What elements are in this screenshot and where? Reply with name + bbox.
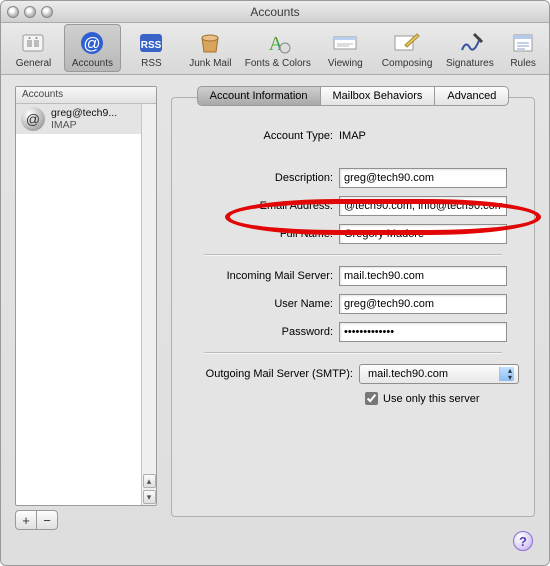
smtp-label: Outgoing Mail Server (SMTP):	[184, 368, 359, 380]
description-label: Description:	[184, 172, 339, 184]
incoming-server-label: Incoming Mail Server:	[184, 270, 339, 282]
signature-icon	[456, 30, 484, 56]
use-only-checkbox[interactable]	[365, 392, 378, 405]
toolbar-label: General	[16, 58, 52, 69]
remove-account-button[interactable]: −	[36, 510, 58, 530]
help-button[interactable]: ?	[513, 531, 533, 551]
toolbar-label: Rules	[510, 58, 536, 69]
separator	[204, 352, 502, 354]
fonts-colors-icon: A	[264, 30, 292, 56]
account-name: greg@tech9...	[51, 107, 117, 119]
preferences-toolbar: General @ Accounts RSS RSS Junk Mail A F…	[1, 23, 549, 75]
smtp-value: mail.tech90.com	[368, 368, 448, 380]
separator	[204, 254, 502, 256]
svg-text:@: @	[84, 34, 101, 53]
rss-icon: RSS	[137, 30, 165, 56]
email-address-input[interactable]	[339, 196, 507, 216]
toolbar-composing[interactable]: Composing	[376, 24, 439, 72]
full-name-input[interactable]	[339, 224, 507, 244]
full-name-label: Full Name:	[184, 228, 339, 240]
toolbar-label: Signatures	[446, 58, 494, 69]
username-input[interactable]	[339, 294, 507, 314]
password-label: Password:	[184, 326, 339, 338]
scroll-up-icon[interactable]: ▴	[143, 474, 156, 488]
preferences-window: Accounts General @ Accounts RSS RSS J	[0, 0, 550, 566]
toolbar-rules[interactable]: Rules	[501, 24, 545, 72]
toolbar-label: Junk Mail	[189, 58, 231, 69]
toolbar-label: Composing	[382, 58, 433, 69]
toolbar-accounts[interactable]: @ Accounts	[64, 24, 121, 72]
toolbar-label: Accounts	[72, 58, 113, 69]
window-title: Accounts	[1, 5, 549, 19]
scroll-down-icon[interactable]: ▾	[143, 490, 156, 504]
at-sign-icon: @	[78, 30, 106, 56]
composing-icon	[393, 30, 421, 56]
add-account-button[interactable]: +	[15, 510, 37, 530]
sidebar-scrollbar[interactable]: ▴ ▾	[141, 104, 156, 505]
toolbar-label: RSS	[141, 58, 162, 69]
viewing-icon	[331, 30, 359, 56]
account-type-value: IMAP	[339, 130, 522, 142]
sidebar-list[interactable]: @ greg@tech9... IMAP	[16, 104, 141, 505]
password-input[interactable]	[339, 322, 507, 342]
accounts-sidebar: Accounts @ greg@tech9... IMAP ▴ ▾	[15, 86, 157, 506]
toolbar-label: Viewing	[328, 58, 363, 69]
toolbar-viewing[interactable]: Viewing	[317, 24, 374, 72]
sidebar-header: Accounts	[16, 87, 156, 104]
main-panel: Account Information Mailbox Behaviors Ad…	[171, 86, 535, 547]
account-type: IMAP	[51, 119, 117, 131]
smtp-popup[interactable]: mail.tech90.com ▴▾	[359, 364, 519, 384]
account-row[interactable]: @ greg@tech9... IMAP	[16, 104, 141, 134]
toolbar-junk[interactable]: Junk Mail	[182, 24, 239, 72]
tab-advanced[interactable]: Advanced	[434, 86, 509, 106]
use-only-label: Use only this server	[383, 393, 480, 405]
username-label: User Name:	[184, 298, 339, 310]
email-address-label: Email Address:	[184, 200, 339, 212]
incoming-server-input[interactable]	[339, 266, 507, 286]
account-type-label: Account Type:	[184, 130, 339, 142]
toolbar-general[interactable]: General	[5, 24, 62, 72]
at-sign-icon: @	[21, 107, 45, 131]
titlebar: Accounts	[1, 1, 549, 23]
rules-icon	[509, 30, 537, 56]
toolbar-fonts[interactable]: A Fonts & Colors	[241, 24, 315, 72]
toolbar-rss[interactable]: RSS RSS	[123, 24, 180, 72]
popup-arrows-icon: ▴▾	[508, 367, 512, 381]
description-input[interactable]	[339, 168, 507, 188]
tab-account-information[interactable]: Account Information	[197, 86, 321, 106]
account-info-panel: Account Type: IMAP Description: Email Ad…	[171, 97, 535, 517]
svg-text:RSS: RSS	[141, 40, 162, 51]
tab-mailbox-behaviors[interactable]: Mailbox Behaviors	[320, 86, 436, 106]
switch-icon	[19, 30, 47, 56]
content-area: Accounts @ greg@tech9... IMAP ▴ ▾	[1, 76, 549, 565]
toolbar-label: Fonts & Colors	[245, 58, 311, 69]
junk-mail-icon	[196, 30, 224, 56]
toolbar-signatures[interactable]: Signatures	[440, 24, 499, 72]
